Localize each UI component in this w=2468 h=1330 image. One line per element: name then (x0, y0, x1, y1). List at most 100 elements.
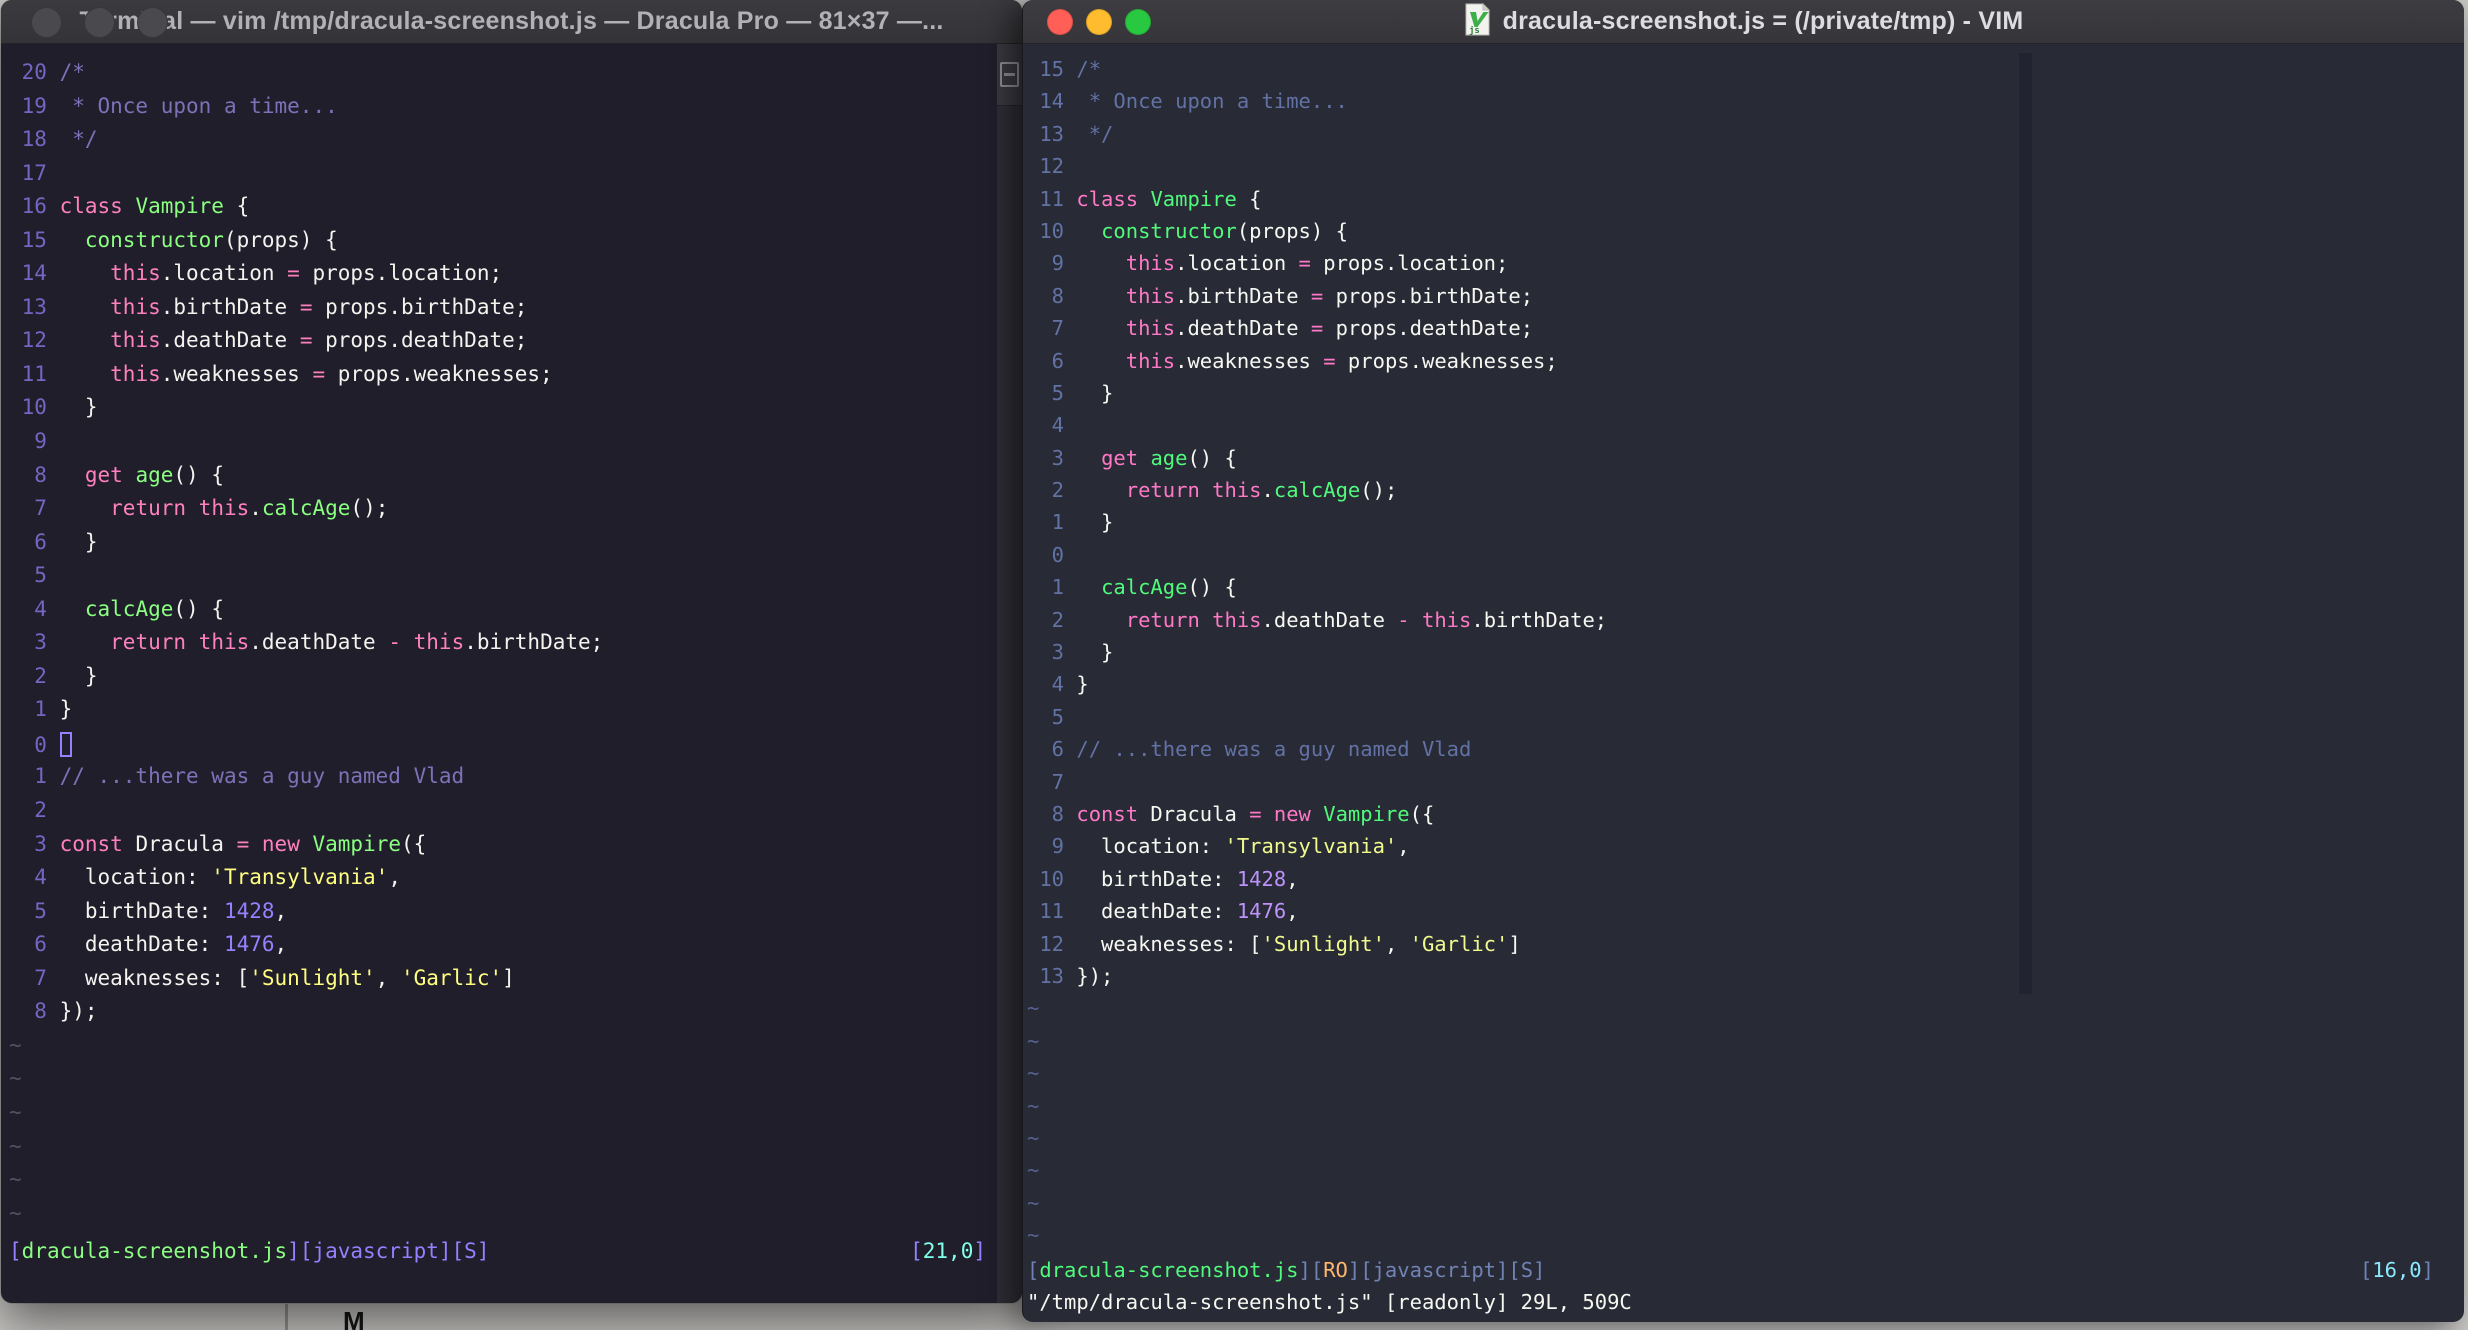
code-line[interactable]: 4 } (1027, 668, 2444, 700)
code-line[interactable]: 1 } (9, 693, 995, 727)
left-statusline: [dracula-screenshot.js][javascript][S] [… (9, 1234, 986, 1268)
code-line[interactable]: 7 return this.calcAge(); (9, 492, 995, 526)
close-button[interactable] (1047, 9, 1073, 35)
code-line[interactable]: 14 this.location = props.location; (9, 257, 995, 291)
right-window: js dracula-screenshot.js = (/private/tmp… (1022, 0, 2464, 1322)
tilde-line: ~ (1027, 996, 1040, 1021)
code-line[interactable]: 10 birthDate: 1428, (1027, 863, 2444, 895)
code-line[interactable]: 2 } (9, 660, 995, 694)
code-line[interactable]: 0 (9, 727, 995, 761)
tilde-line: ~ (9, 1200, 22, 1225)
code-line[interactable]: 4 (1027, 409, 2444, 441)
code-line[interactable]: 3 const Dracula = new Vampire({ (9, 828, 995, 862)
code-line[interactable]: 8 this.birthDate = props.birthDate; (1027, 280, 2444, 312)
code-line[interactable]: 6 // ...there was a guy named Vlad (1027, 733, 2444, 765)
background-window-text: M (343, 1308, 365, 1330)
code-line[interactable]: 5 } (1027, 377, 2444, 409)
code-line[interactable]: 7 weaknesses: ['Sunlight', 'Garlic'] (9, 962, 995, 996)
split-pane-button[interactable] (997, 44, 1022, 106)
code-line[interactable]: 6 this.weaknesses = props.weaknesses; (1027, 345, 2444, 377)
code-line[interactable]: 5 (9, 559, 995, 593)
tilde-line: ~ (1027, 1028, 1040, 1053)
code-line[interactable]: 11 this.weaknesses = props.weaknesses; (9, 358, 995, 392)
code-line[interactable]: 3 } (1027, 636, 2444, 668)
code-line[interactable]: 5 (1027, 701, 2444, 733)
code-line[interactable]: 18 */ (9, 123, 995, 157)
left-code-lines[interactable]: 20 /* 19 * Once upon a time... 18 */ 17 … (9, 44, 995, 1230)
code-line[interactable]: 13 }); (1027, 960, 2444, 992)
code-line[interactable]: 14 * Once upon a time... (1027, 85, 2444, 117)
left-ruler: [21,0] (910, 1239, 986, 1263)
code-line[interactable]: 6 deathDate: 1476, (9, 928, 995, 962)
close-button[interactable] (31, 6, 62, 38)
minimize-button[interactable] (84, 6, 115, 38)
tilde-line: ~ (9, 1066, 22, 1091)
code-line[interactable]: 3 get age() { (1027, 442, 2444, 474)
code-line[interactable]: 9 location: 'Transylvania', (1027, 830, 2444, 862)
tilde-line: ~ (9, 1133, 22, 1158)
window-title: dracula-screenshot.js = (/private/tmp) -… (1502, 7, 2024, 35)
zoom-button[interactable] (137, 6, 168, 38)
minimize-button[interactable] (1086, 9, 1112, 35)
code-line[interactable]: 1 } (1027, 506, 2444, 538)
code-line[interactable]: 4 location: 'Transylvania', (9, 861, 995, 895)
tilde-line: ~ (1027, 1158, 1040, 1183)
right-titlebar[interactable]: js dracula-screenshot.js = (/private/tmp… (1023, 0, 2464, 44)
code-line[interactable]: 2 return this.deathDate - this.birthDate… (1027, 604, 2444, 636)
tilde-line: ~ (1027, 1125, 1040, 1150)
left-titlebar[interactable]: Terminal — vim /tmp/dracula-screenshot.j… (1, 0, 1022, 44)
left-traffic-lights (1, 0, 168, 44)
code-line[interactable]: 19 * Once upon a time... (9, 90, 995, 124)
code-line[interactable]: 0 (1027, 539, 2444, 571)
vim-file-icon: js (1464, 2, 1491, 41)
tilde-line: ~ (9, 1099, 22, 1124)
background-window-divider (285, 1304, 288, 1330)
code-line[interactable]: 10 constructor(props) { (1027, 215, 2444, 247)
tilde-line: ~ (1027, 1093, 1040, 1118)
code-line[interactable]: 6 } (9, 526, 995, 560)
zoom-button[interactable] (1125, 9, 1151, 35)
code-line[interactable]: 1 // ...there was a guy named Vlad (9, 760, 995, 794)
code-line[interactable]: 3 return this.deathDate - this.birthDate… (9, 626, 995, 660)
svg-text:js: js (1469, 25, 1480, 36)
code-line[interactable]: 12 (1027, 150, 2444, 182)
code-line[interactable]: 1 calcAge() { (1027, 571, 2444, 603)
right-traffic-lights (1023, 0, 1151, 44)
code-line[interactable]: 15 /* (1027, 53, 2444, 85)
vim-cursor (59, 731, 72, 757)
code-line[interactable]: 2 return this.calcAge(); (1027, 474, 2444, 506)
tilde-line: ~ (9, 1032, 22, 1057)
code-line[interactable]: 4 calcAge() { (9, 593, 995, 627)
code-line[interactable]: 8 get age() { (9, 459, 995, 493)
code-line[interactable]: 11 deathDate: 1476, (1027, 895, 2444, 927)
code-line[interactable]: 9 this.location = props.location; (1027, 247, 2444, 279)
code-line[interactable]: 16 class Vampire { (9, 190, 995, 224)
tilde-line: ~ (1027, 1061, 1040, 1086)
code-line[interactable]: 2 (9, 794, 995, 828)
code-line[interactable]: 17 (9, 157, 995, 191)
code-line[interactable]: 13 this.birthDate = props.birthDate; (9, 291, 995, 325)
right-code-lines[interactable]: 15 /* 14 * Once upon a time... 13 */ 12 … (1027, 44, 2444, 1251)
code-line[interactable]: 20 /* (9, 56, 995, 90)
code-line[interactable]: 5 birthDate: 1428, (9, 895, 995, 929)
left-statusline-left: [dracula-screenshot.js][javascript][S] (9, 1239, 490, 1263)
code-line[interactable]: 8 const Dracula = new Vampire({ (1027, 798, 2444, 830)
tilde-line: ~ (1027, 1190, 1040, 1215)
window-title: Terminal — vim /tmp/dracula-screenshot.j… (79, 7, 944, 35)
code-line[interactable]: 12 weaknesses: ['Sunlight', 'Garlic'] (1027, 928, 2444, 960)
right-statusline: [dracula-screenshot.js][RO][javascript][… (1027, 1254, 2434, 1286)
right-statusline-left: [dracula-screenshot.js][RO][javascript][… (1027, 1258, 1546, 1282)
code-line[interactable]: 12 this.deathDate = props.deathDate; (9, 324, 995, 358)
code-line[interactable]: 13 */ (1027, 118, 2444, 150)
code-line[interactable]: 11 class Vampire { (1027, 183, 2444, 215)
code-line[interactable]: 10 } (9, 391, 995, 425)
code-line[interactable]: 9 (9, 425, 995, 459)
code-line[interactable]: 8 }); (9, 995, 995, 1029)
left-scrollbar[interactable] (996, 44, 1022, 1303)
code-line[interactable]: 7 (1027, 766, 2444, 798)
code-line[interactable]: 15 constructor(props) { (9, 224, 995, 258)
left-window: Terminal — vim /tmp/dracula-screenshot.j… (1, 0, 1022, 1303)
code-line[interactable]: 7 this.deathDate = props.deathDate; (1027, 312, 2444, 344)
desktop: { "desktop": { "bg_color": "#C8C7C4", "a… (0, 0, 2468, 1330)
tilde-line: ~ (9, 1167, 22, 1192)
